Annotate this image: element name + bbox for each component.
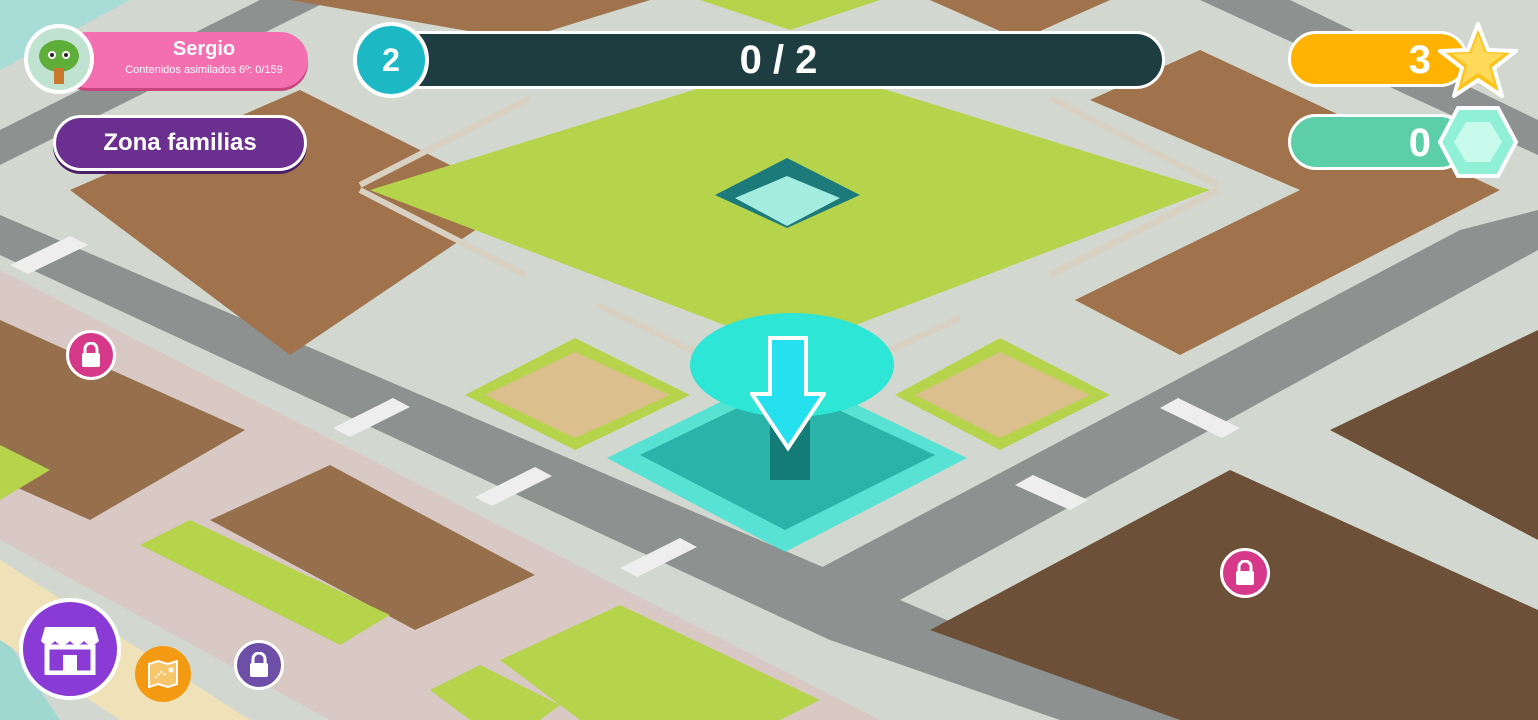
gem-icon xyxy=(1437,106,1519,178)
progress-text: 0 / 2 xyxy=(739,38,818,82)
profile-panel[interactable]: Sergio Contenidos asimilados 6º: 0/159 xyxy=(60,32,308,88)
lock-icon[interactable] xyxy=(66,330,116,380)
map-button[interactable] xyxy=(135,646,191,702)
shop-icon xyxy=(41,627,99,675)
down-arrow-icon[interactable] xyxy=(750,336,826,452)
progress-bar: 0 / 2 xyxy=(392,31,1165,89)
avatar[interactable] xyxy=(24,24,94,94)
gems-value: 0 xyxy=(1408,121,1431,165)
zona-familias-button[interactable]: Zona familias xyxy=(53,115,307,171)
tree-character-avatar xyxy=(39,40,79,84)
stars-value: 3 xyxy=(1408,38,1431,82)
lock-icon[interactable] xyxy=(234,640,284,690)
profile-progress-text: Contenidos asimilados 6º: 0/159 xyxy=(125,64,283,76)
star-icon xyxy=(1438,22,1518,98)
shop-button[interactable] xyxy=(19,598,121,700)
map-icon xyxy=(148,660,178,688)
lock-icon[interactable] xyxy=(1220,548,1270,598)
level-badge: 2 xyxy=(353,22,429,98)
profile-name: Sergio xyxy=(172,38,236,60)
